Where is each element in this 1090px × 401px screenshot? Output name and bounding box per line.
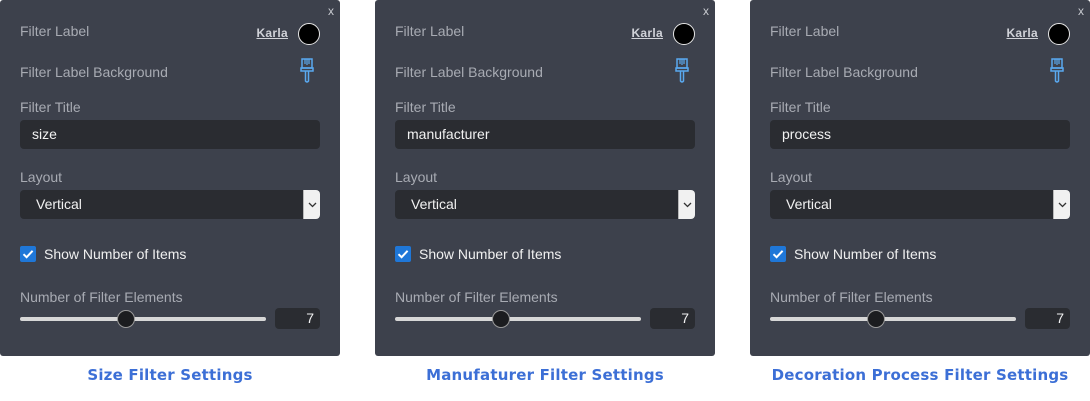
show-number-checkbox[interactable] bbox=[395, 246, 411, 262]
label-color-swatch[interactable] bbox=[1048, 23, 1070, 45]
chevron-down-icon bbox=[1058, 202, 1067, 208]
show-number-checkbox[interactable] bbox=[770, 246, 786, 262]
filter-title-heading: Filter Title bbox=[395, 99, 456, 115]
filter-label-heading: Filter Label bbox=[20, 23, 90, 39]
elements-count-input[interactable]: 7 bbox=[1025, 308, 1070, 329]
filter-title-heading: Filter Title bbox=[770, 99, 831, 115]
font-picker-link[interactable]: Karla bbox=[631, 26, 663, 40]
layout-heading: Layout bbox=[770, 169, 813, 185]
paint-brush-icon[interactable] bbox=[299, 58, 315, 84]
checkmark-icon bbox=[772, 250, 784, 259]
elements-slider[interactable] bbox=[395, 310, 641, 328]
filter-label-heading: Filter Label bbox=[395, 23, 465, 39]
filter-title-input[interactable]: process bbox=[770, 120, 1070, 149]
select-arrow-button[interactable] bbox=[678, 190, 695, 219]
paint-brush-icon[interactable] bbox=[1049, 58, 1065, 84]
select-arrow-button[interactable] bbox=[303, 190, 320, 219]
close-icon[interactable]: x bbox=[1078, 4, 1084, 18]
font-picker-link[interactable]: Karla bbox=[1006, 26, 1038, 40]
checkmark-icon bbox=[397, 250, 409, 259]
filter-settings-card-size: x Filter Label Karla Filter Label Backgr… bbox=[0, 0, 340, 384]
panel-caption: Decoration Process Filter Settings bbox=[771, 366, 1069, 384]
filter-title-heading: Filter Title bbox=[20, 99, 81, 115]
elements-count-heading: Number of Filter Elements bbox=[20, 289, 183, 305]
layout-select-value: Vertical bbox=[36, 196, 82, 212]
filter-label-background-heading: Filter Label Background bbox=[770, 64, 918, 80]
close-icon[interactable]: x bbox=[328, 4, 334, 18]
filter-settings-card-manufacturer: x Filter Label Karla Filter Label Backgr… bbox=[375, 0, 715, 384]
elements-slider[interactable] bbox=[20, 310, 266, 328]
show-number-checkbox[interactable] bbox=[20, 246, 36, 262]
elements-count-input[interactable]: 7 bbox=[275, 308, 320, 329]
font-picker-link[interactable]: Karla bbox=[256, 26, 288, 40]
layout-select[interactable]: Vertical bbox=[395, 190, 695, 219]
filter-settings-panel: x Filter Label Karla Filter Label Backgr… bbox=[0, 0, 340, 356]
paint-brush-icon[interactable] bbox=[674, 58, 690, 84]
chevron-down-icon bbox=[308, 202, 317, 208]
filter-label-heading: Filter Label bbox=[770, 23, 840, 39]
panel-caption: Size Filter Settings bbox=[87, 366, 253, 384]
filter-title-input[interactable]: size bbox=[20, 120, 320, 149]
select-arrow-button[interactable] bbox=[1053, 190, 1070, 219]
filter-settings-panel: x Filter Label Karla Filter Label Backgr… bbox=[750, 0, 1090, 356]
filter-label-background-heading: Filter Label Background bbox=[395, 64, 543, 80]
show-number-label: Show Number of Items bbox=[419, 246, 562, 262]
layout-select[interactable]: Vertical bbox=[20, 190, 320, 219]
slider-thumb[interactable] bbox=[116, 310, 135, 328]
filter-label-background-heading: Filter Label Background bbox=[20, 64, 168, 80]
elements-count-heading: Number of Filter Elements bbox=[770, 289, 933, 305]
filter-settings-panel: x Filter Label Karla Filter Label Backgr… bbox=[375, 0, 715, 356]
close-icon[interactable]: x bbox=[703, 4, 709, 18]
slider-thumb[interactable] bbox=[866, 310, 885, 328]
filter-title-input[interactable]: manufacturer bbox=[395, 120, 695, 149]
filter-settings-card-process: x Filter Label Karla Filter Label Backgr… bbox=[750, 0, 1090, 384]
layout-select-value: Vertical bbox=[411, 196, 457, 212]
elements-slider[interactable] bbox=[770, 310, 1016, 328]
checkmark-icon bbox=[22, 250, 34, 259]
show-number-label: Show Number of Items bbox=[44, 246, 187, 262]
show-number-label: Show Number of Items bbox=[794, 246, 937, 262]
layout-select-value: Vertical bbox=[786, 196, 832, 212]
label-color-swatch[interactable] bbox=[673, 23, 695, 45]
label-color-swatch[interactable] bbox=[298, 23, 320, 45]
panel-caption: Manufaturer Filter Settings bbox=[426, 366, 664, 384]
layout-select[interactable]: Vertical bbox=[770, 190, 1070, 219]
chevron-down-icon bbox=[683, 202, 692, 208]
slider-thumb[interactable] bbox=[491, 310, 510, 328]
layout-heading: Layout bbox=[20, 169, 63, 185]
layout-heading: Layout bbox=[395, 169, 438, 185]
elements-count-heading: Number of Filter Elements bbox=[395, 289, 558, 305]
elements-count-input[interactable]: 7 bbox=[650, 308, 695, 329]
